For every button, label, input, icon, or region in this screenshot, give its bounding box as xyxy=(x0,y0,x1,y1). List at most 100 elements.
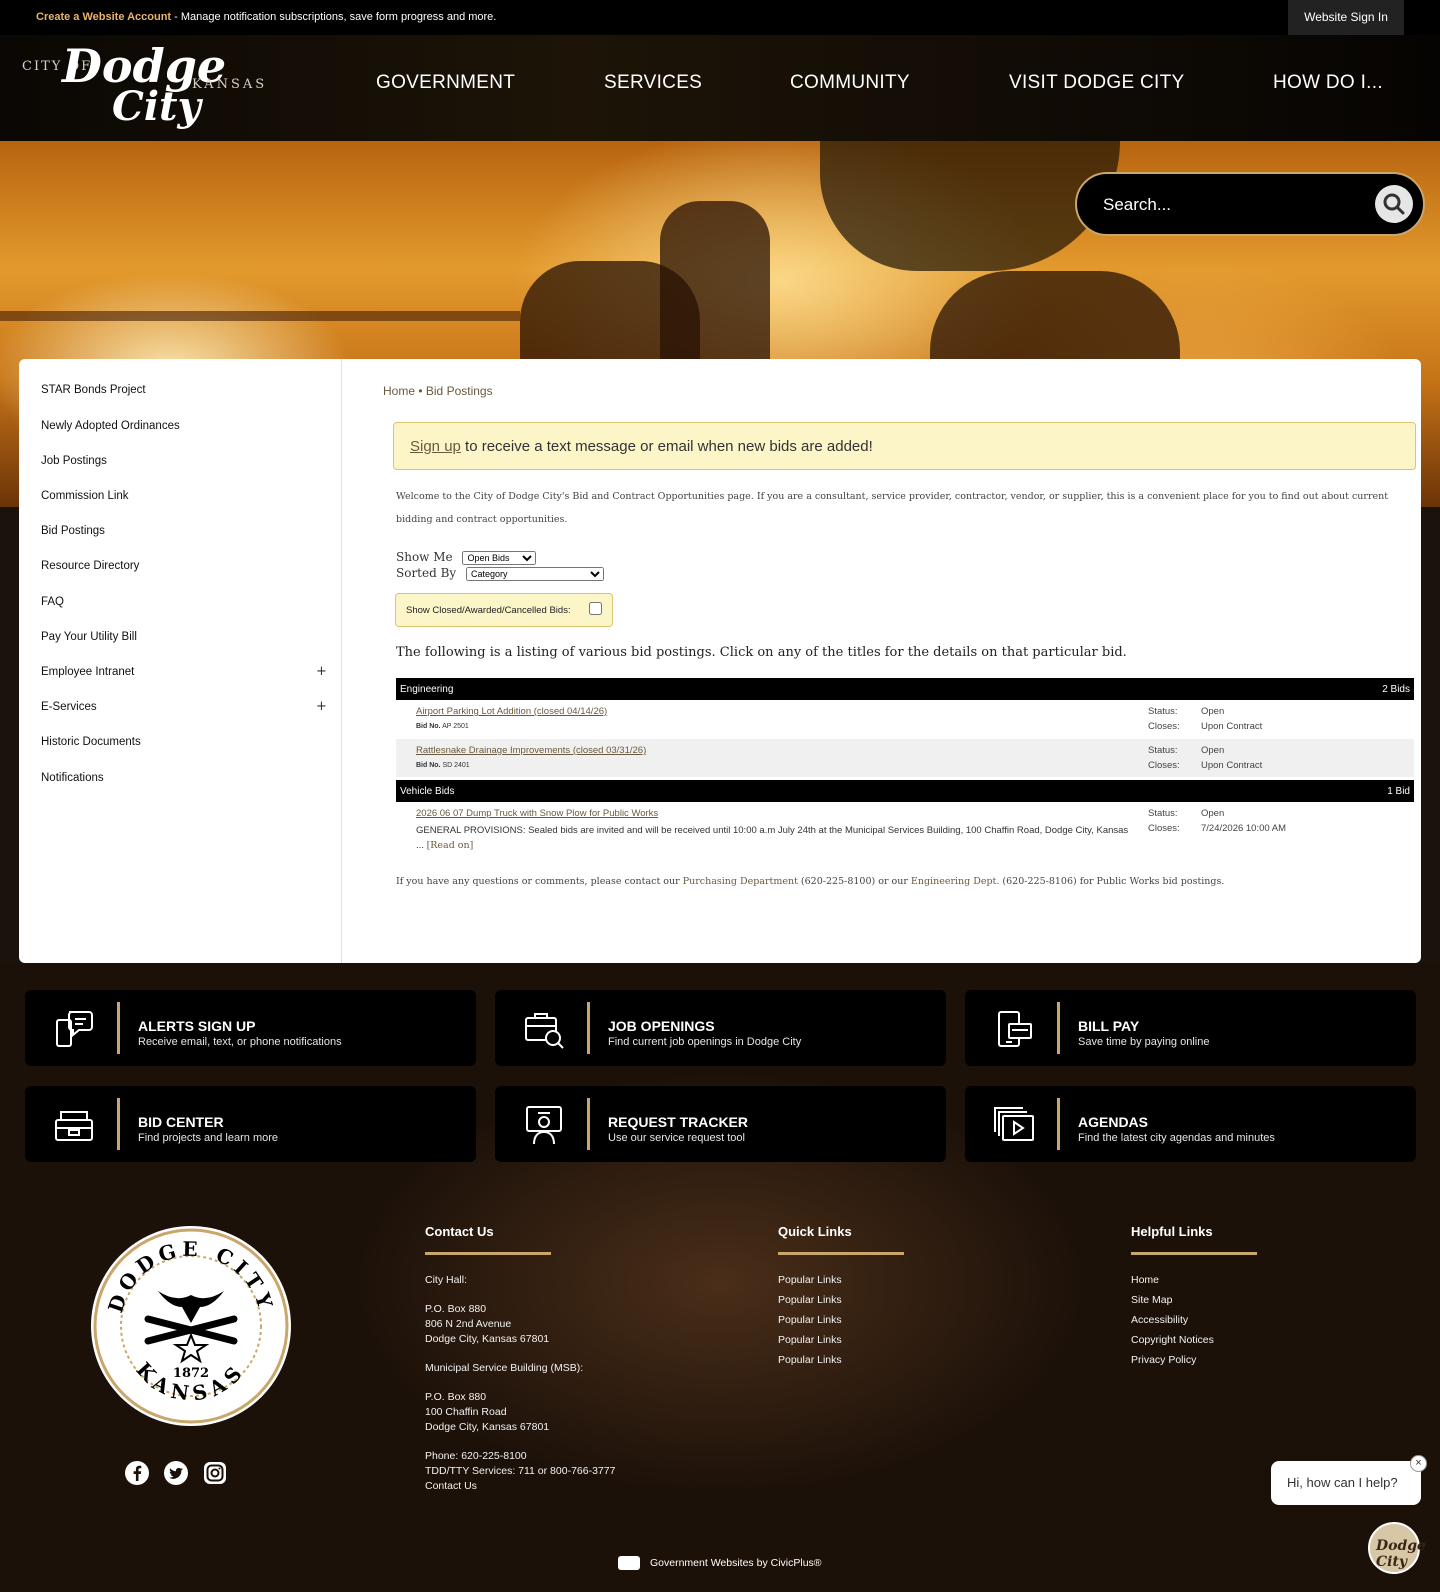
civicplus-credit[interactable]: Government Websites by CivicPlus® xyxy=(618,1556,822,1570)
nav-how-do-i[interactable]: HOW DO I... xyxy=(1273,72,1383,94)
tile-bill-pay[interactable]: BILL PAY Save time by paying online xyxy=(965,990,1416,1066)
engineering-dept-link[interactable]: Engineering Dept. xyxy=(911,876,1000,887)
bid-row: Airport Parking Lot Addition (closed 04/… xyxy=(416,706,1263,732)
bid-closes: Upon Contract xyxy=(1201,760,1263,771)
read-on-link[interactable]: [Read on] xyxy=(427,840,474,851)
video-stack-icon xyxy=(994,1107,1034,1141)
sorted-by-row: Sorted By Category xyxy=(396,566,605,581)
sorted-by-label: Sorted By xyxy=(396,566,457,580)
contact-heading: Contact Us xyxy=(425,1224,494,1239)
show-closed-label: Show Closed/Awarded/Cancelled Bids: xyxy=(406,605,571,616)
sidebar-item-ordinances[interactable]: Newly Adopted Ordinances xyxy=(41,420,180,432)
phone-bill-icon xyxy=(998,1011,1032,1047)
close-icon[interactable]: × xyxy=(1410,1455,1427,1472)
tile-alerts-sign-up[interactable]: ALERTS SIGN UP Receive email, text, or p… xyxy=(25,990,476,1066)
main-nav: GOVERNMENT SERVICES COMMUNITY VISIT DODG… xyxy=(0,72,1440,102)
show-closed-bids-box: Show Closed/Awarded/Cancelled Bids: xyxy=(395,593,613,627)
tile-job-openings[interactable]: JOB OPENINGS Find current job openings i… xyxy=(495,990,946,1066)
listing-intro: The following is a listing of various bi… xyxy=(396,645,1127,660)
intro-text: Welcome to the City of Dodge City's Bid … xyxy=(396,491,1389,525)
nav-government[interactable]: GOVERNMENT xyxy=(376,72,515,94)
bid-number: Bid No. AP 2501 xyxy=(416,723,469,730)
helpful-link-accessibility[interactable]: Accessibility xyxy=(1131,1314,1188,1326)
sign-up-link[interactable]: Sign up xyxy=(410,438,461,455)
chat-avatar-button[interactable]: Dodge City xyxy=(1368,1522,1426,1574)
fence-rail xyxy=(0,311,520,321)
instagram-icon[interactable] xyxy=(202,1460,228,1486)
sidebar-item-resource-directory[interactable]: Resource Directory xyxy=(41,560,139,572)
breadcrumb-current[interactable]: Bid Postings xyxy=(426,384,493,398)
bid-row: Rattlesnake Drainage Improvements (close… xyxy=(396,739,1414,777)
main-content: Home • Bid Postings Sign up to receive a… xyxy=(361,359,1421,963)
briefcase-search-icon xyxy=(525,1013,564,1049)
search-input[interactable]: Search... xyxy=(1103,195,1171,215)
quick-link[interactable]: Popular Links xyxy=(778,1314,842,1326)
quick-link[interactable]: Popular Links xyxy=(778,1354,842,1366)
nav-community[interactable]: COMMUNITY xyxy=(790,72,910,94)
bid-title-link[interactable]: Airport Parking Lot Addition (closed 04/… xyxy=(416,706,607,717)
person-screen-icon xyxy=(526,1106,562,1145)
sorted-by-select[interactable]: Category xyxy=(466,566,605,581)
site-search[interactable]: Search... xyxy=(1075,172,1425,236)
bid-title-link[interactable]: 2026 06 07 Dump Truck with Snow Plow for… xyxy=(416,808,658,819)
quick-link[interactable]: Popular Links xyxy=(778,1294,842,1306)
search-icon xyxy=(1383,193,1405,215)
expand-icon[interactable]: + xyxy=(316,664,327,679)
svg-text:1872: 1872 xyxy=(173,1366,209,1381)
sidebar-item-historic-documents[interactable]: Historic Documents xyxy=(41,736,141,748)
bid-description: GENERAL PROVISIONS: Sealed bids are invi… xyxy=(416,825,1129,851)
sidebar-item-bid-postings[interactable]: Bid Postings xyxy=(41,525,105,537)
helpful-link-site-map[interactable]: Site Map xyxy=(1131,1294,1172,1306)
sidebar-item-utility-bill[interactable]: Pay Your Utility Bill xyxy=(41,631,137,643)
sidebar-item-e-services[interactable]: E-Services xyxy=(41,701,97,713)
purchasing-department-link[interactable]: Purchasing Department xyxy=(683,876,798,887)
bid-status: Open xyxy=(1201,706,1225,717)
nav-services[interactable]: SERVICES xyxy=(604,72,702,94)
signup-alert: Sign up to receive a text message or ema… xyxy=(393,422,1416,470)
bid-closes: Upon Contract xyxy=(1201,721,1263,732)
contact-us-link[interactable]: Contact Us xyxy=(425,1480,477,1492)
tile-request-tracker[interactable]: REQUEST TRACKER Use our service request … xyxy=(495,1086,946,1162)
site-header: CITY OF Dodge City KANSAS GOVERNMENT SER… xyxy=(0,35,1440,141)
facebook-icon[interactable] xyxy=(124,1460,150,1486)
sidebar-item-notifications[interactable]: Notifications xyxy=(41,772,104,784)
bid-status: Open xyxy=(1201,745,1225,756)
show-me-label: Show Me xyxy=(396,550,453,564)
sidebar: STAR Bonds Project Newly Adopted Ordinan… xyxy=(19,359,342,963)
show-me-select[interactable]: Open Bids xyxy=(462,550,537,565)
sidebar-item-faq[interactable]: FAQ xyxy=(41,596,64,608)
bid-status: Open xyxy=(1201,808,1225,819)
bid-closes: 7/24/2026 10:00 AM xyxy=(1201,823,1287,834)
civicplus-logo-icon xyxy=(618,1556,640,1570)
sidebar-item-commission-link[interactable]: Commission Link xyxy=(41,490,129,502)
category-header-vehicle-bids: Vehicle Bids 1 Bid xyxy=(396,780,1414,802)
helpful-links-heading[interactable]: Helpful Links xyxy=(1131,1224,1257,1239)
helpful-link-copyright[interactable]: Copyright Notices xyxy=(1131,1334,1214,1346)
show-me-row: Show Me Open Bids xyxy=(396,550,537,565)
twitter-icon[interactable] xyxy=(163,1460,189,1486)
helpful-link-privacy[interactable]: Privacy Policy xyxy=(1131,1354,1196,1366)
create-account-link[interactable]: Create a Website Account xyxy=(36,11,171,23)
show-closed-checkbox[interactable] xyxy=(589,602,602,615)
helpful-link-home[interactable]: Home xyxy=(1131,1274,1159,1286)
footer-contact-column: Contact Us City Hall: P.O. Box 880 806 N… xyxy=(425,1224,616,1492)
tile-agendas[interactable]: AGENDAS Find the latest city agendas and… xyxy=(965,1086,1416,1162)
bid-title-link[interactable]: Rattlesnake Drainage Improvements (close… xyxy=(416,745,646,756)
website-sign-in-button[interactable]: Website Sign In xyxy=(1288,0,1404,35)
contact-line: If you have any questions or comments, p… xyxy=(396,876,1225,887)
chat-bubble[interactable]: Hi, how can I help? × xyxy=(1271,1455,1427,1505)
footer-helpful-links-column: Helpful Links Home Site Map Accessibilit… xyxy=(1131,1224,1257,1366)
quick-links-heading[interactable]: Quick Links xyxy=(778,1224,904,1239)
sidebar-item-employee-intranet[interactable]: Employee Intranet xyxy=(41,666,134,678)
sidebar-item-star-bonds[interactable]: STAR Bonds Project xyxy=(41,384,146,396)
bid-number: Bid No. SD 2401 xyxy=(416,762,470,769)
expand-icon[interactable]: + xyxy=(316,699,327,714)
breadcrumb: Home • Bid Postings xyxy=(383,384,493,398)
search-button[interactable] xyxy=(1375,185,1413,223)
breadcrumb-home[interactable]: Home xyxy=(383,384,415,398)
tile-bid-center[interactable]: BID CENTER Find projects and learn more xyxy=(25,1086,476,1162)
quick-link[interactable]: Popular Links xyxy=(778,1274,842,1286)
sidebar-item-job-postings[interactable]: Job Postings xyxy=(41,455,107,467)
quick-link[interactable]: Popular Links xyxy=(778,1334,842,1346)
nav-visit-dodge-city[interactable]: VISIT DODGE CITY xyxy=(1009,72,1184,94)
